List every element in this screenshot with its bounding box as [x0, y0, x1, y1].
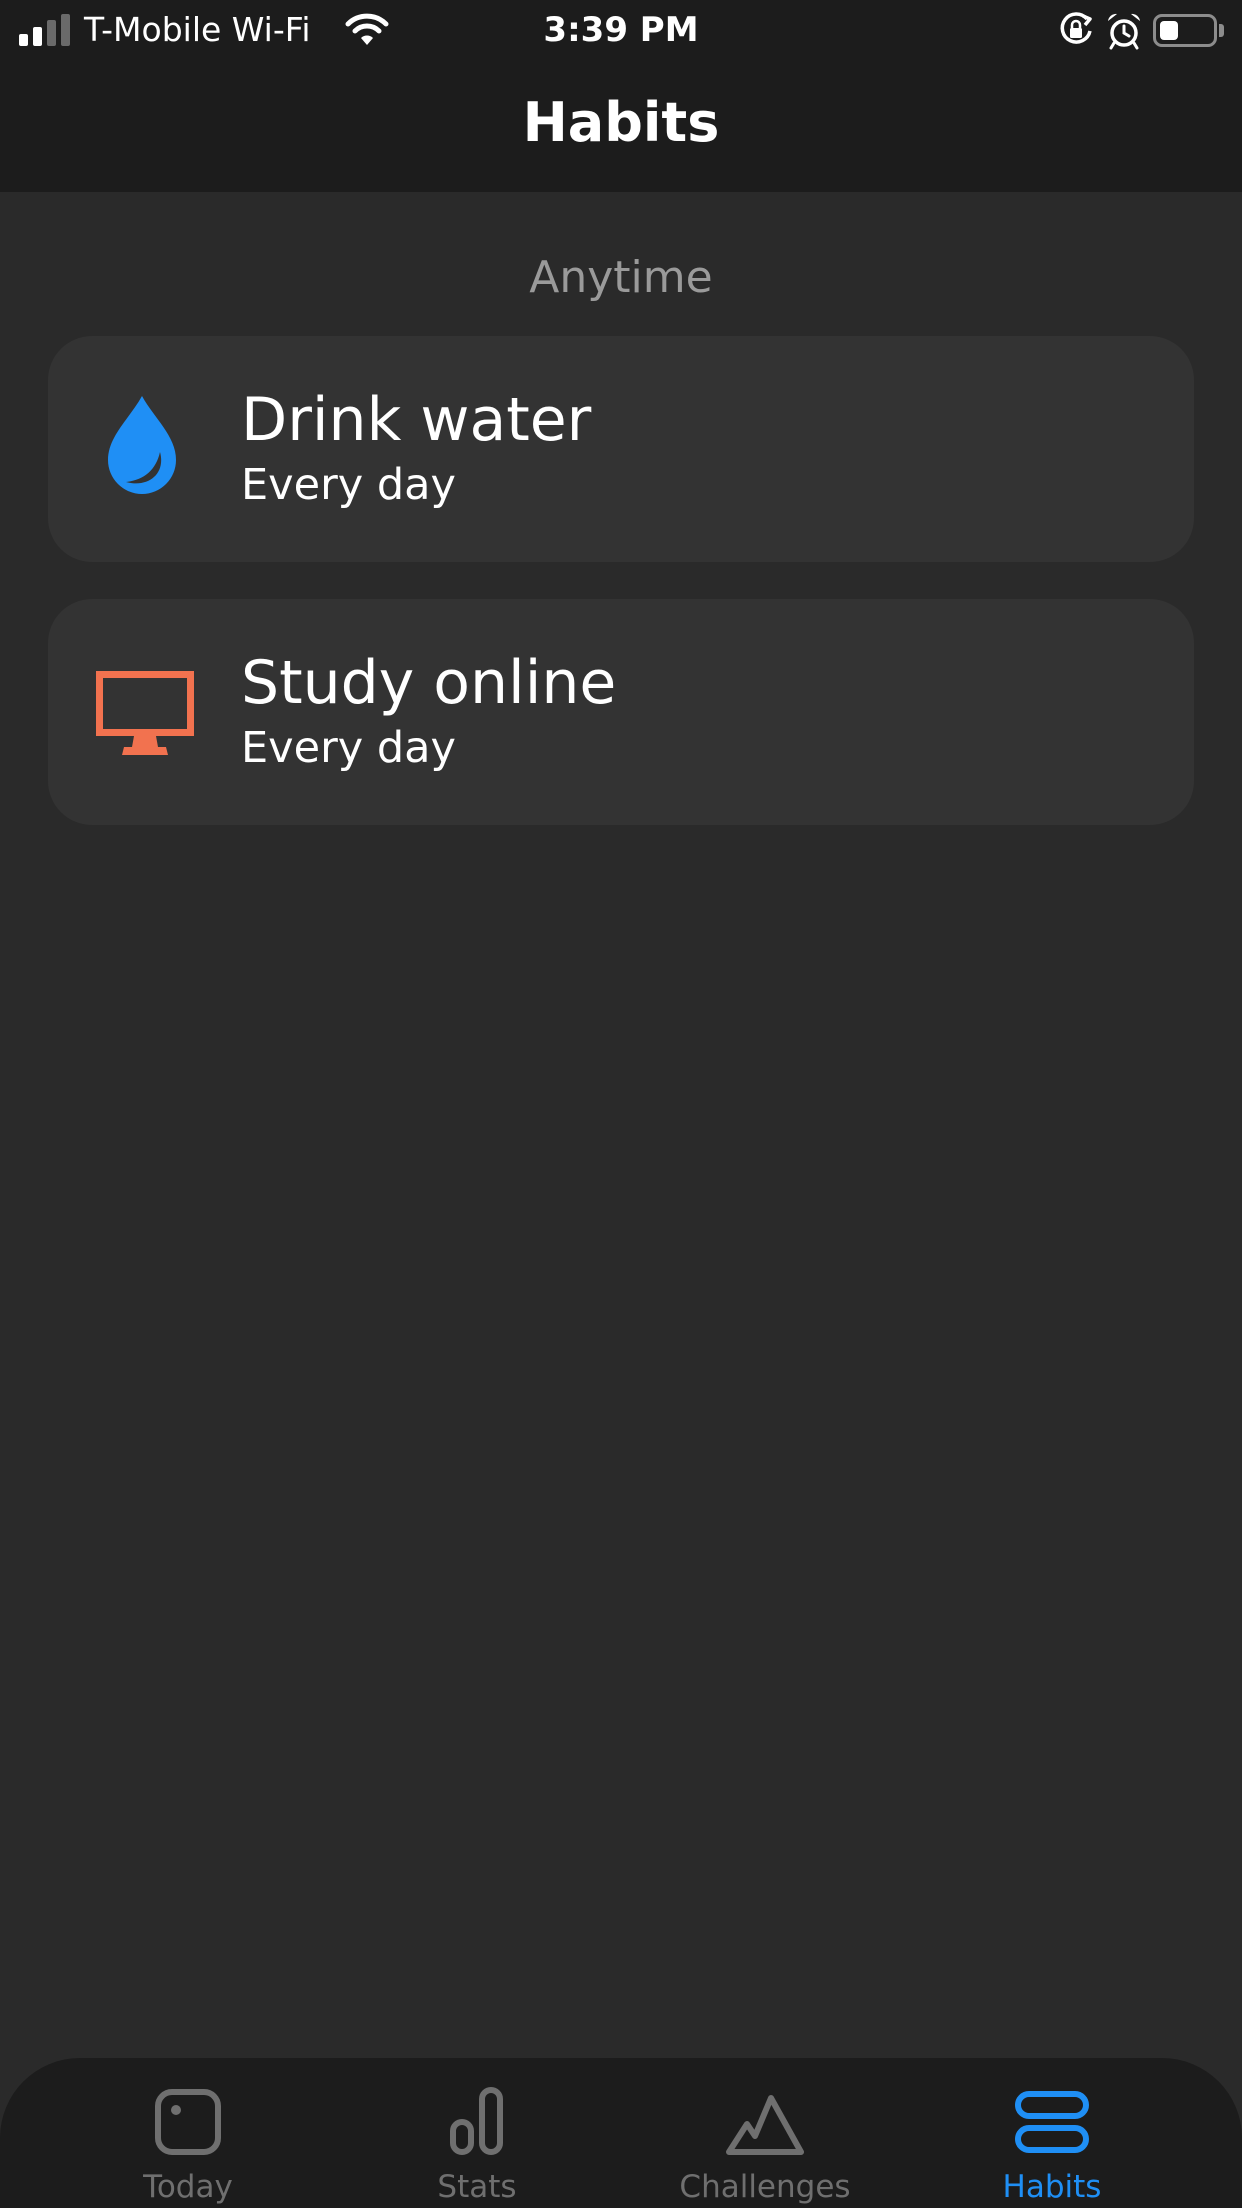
habit-frequency: Every day: [241, 723, 456, 773]
battery-cap: [1219, 24, 1224, 37]
habit-name: Drink water: [241, 385, 592, 455]
status-bar: T-Mobile Wi-Fi 3:39 PM: [0, 0, 1242, 62]
section-header-anytime: Anytime: [529, 252, 713, 303]
tab-challenges[interactable]: Challenges: [635, 2058, 895, 2208]
orientation-lock-icon: [1060, 12, 1092, 44]
tab-label-challenges: Challenges: [679, 2169, 851, 2205]
challenges-icon: [726, 2095, 804, 2155]
habit-name: Study online: [241, 648, 617, 718]
habit-card-drink-water[interactable]: Drink water Every day: [48, 336, 1194, 562]
nav-bar: Habits: [0, 62, 1242, 192]
monitor-icon: [96, 671, 194, 755]
today-icon: [155, 2089, 221, 2155]
tab-bar: Today Stats Challenges Habits: [0, 2058, 1242, 2208]
water-drop-icon: [108, 396, 176, 494]
alarm-icon: [1108, 13, 1140, 50]
habit-frequency: Every day: [241, 460, 456, 510]
battery-level: [1160, 21, 1178, 40]
battery-icon: [1153, 14, 1217, 47]
tab-habits[interactable]: Habits: [922, 2058, 1182, 2208]
tab-stats[interactable]: Stats: [347, 2058, 607, 2208]
tab-today[interactable]: Today: [58, 2058, 318, 2208]
stats-icon: [450, 2087, 503, 2155]
habit-card-study-online[interactable]: Study online Every day: [48, 599, 1194, 825]
status-time: 3:39 PM: [543, 10, 699, 50]
habits-icon: [1015, 2091, 1089, 2153]
tab-label-habits: Habits: [1002, 2169, 1102, 2205]
page-title: Habits: [522, 91, 720, 154]
tab-label-today: Today: [143, 2169, 233, 2205]
tab-label-stats: Stats: [437, 2169, 517, 2205]
